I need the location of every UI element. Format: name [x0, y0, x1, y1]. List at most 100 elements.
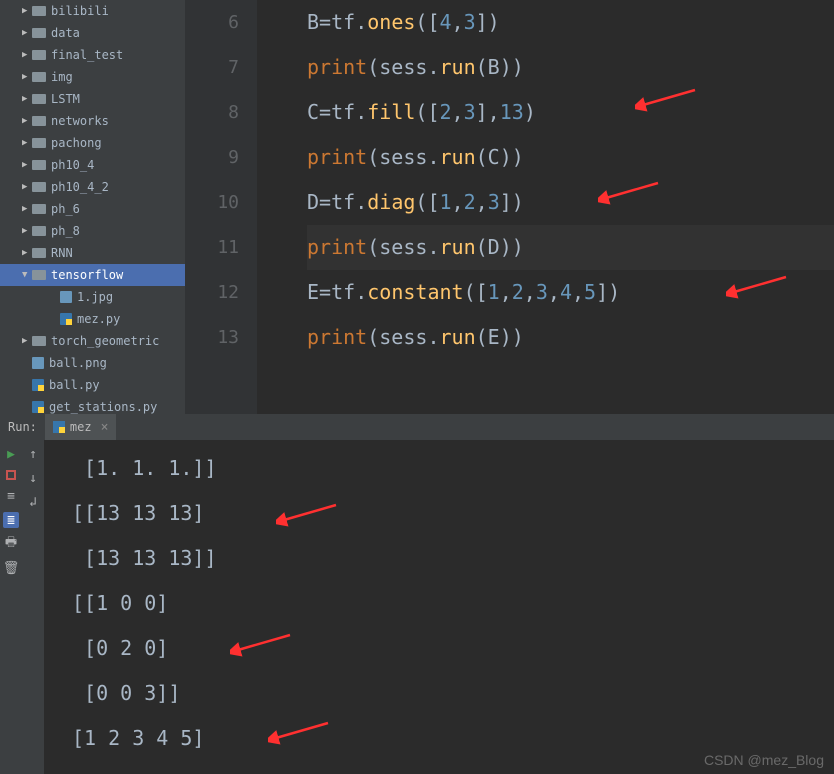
- tree-item[interactable]: ▶torch_geometric: [0, 330, 185, 352]
- down-arrow-icon[interactable]: ↓: [25, 470, 41, 486]
- up-arrow-icon[interactable]: ↑: [25, 446, 41, 462]
- console-line: [1. 1. 1.]]: [72, 446, 824, 491]
- line-number: 9: [185, 135, 239, 180]
- tree-item[interactable]: get_stations.py: [0, 396, 185, 414]
- run-panel: Run: mez × ▶ ≡ ≣ 🖶 🗑 ↑ ↓ ↲: [0, 414, 834, 774]
- tree-item[interactable]: ▶data: [0, 22, 185, 44]
- tree-item-label: networks: [51, 114, 109, 128]
- wrap-icon[interactable]: ↲: [25, 494, 41, 510]
- tree-item[interactable]: ▶ph10_4: [0, 154, 185, 176]
- code-line[interactable]: print(sess.run(B)): [307, 45, 834, 90]
- code-line[interactable]: D=tf.diag([1,2,3]): [307, 180, 834, 225]
- tree-item[interactable]: ▶ph10_4_2: [0, 176, 185, 198]
- python-icon: [32, 379, 44, 391]
- tree-item-label: ph_6: [51, 202, 80, 216]
- tree-item[interactable]: ▶LSTM: [0, 88, 185, 110]
- folder-icon: [32, 116, 46, 126]
- tree-item-label: RNN: [51, 246, 73, 260]
- line-gutter: 678910111213: [185, 0, 257, 414]
- folder-icon: [32, 160, 46, 170]
- run-header: Run: mez ×: [0, 414, 834, 440]
- run-tab-name: mez: [70, 420, 92, 434]
- tree-item-label: ph10_4_2: [51, 180, 109, 194]
- tree-item-label: data: [51, 26, 80, 40]
- folder-icon: [32, 138, 46, 148]
- play-icon[interactable]: ▶: [3, 446, 19, 462]
- close-icon[interactable]: ×: [101, 420, 109, 435]
- code-editor[interactable]: 678910111213 B=tf.ones([4,3])print(sess.…: [185, 0, 834, 414]
- tree-item[interactable]: 1.jpg: [0, 286, 185, 308]
- tree-item[interactable]: ball.py: [0, 374, 185, 396]
- python-icon: [32, 401, 44, 413]
- python-icon: [60, 313, 72, 325]
- line-number: 6: [185, 0, 239, 45]
- file-icon: [32, 357, 44, 369]
- console-line: [[1 0 0]: [72, 581, 824, 626]
- tree-item-label: ph_8: [51, 224, 80, 238]
- tree-item[interactable]: ▶bilibili: [0, 0, 185, 22]
- print-icon[interactable]: 🖶: [3, 536, 19, 552]
- folder-icon: [32, 336, 46, 346]
- tree-item-label: ball.py: [49, 378, 100, 392]
- console-output[interactable]: [1. 1. 1.]][[13 13 13] [13 13 13]][[1 0 …: [44, 440, 834, 774]
- tree-item[interactable]: ▶ph_8: [0, 220, 185, 242]
- watermark: CSDN @mez_Blog: [704, 752, 824, 768]
- tree-item[interactable]: mez.py: [0, 308, 185, 330]
- filter-icon[interactable]: ≣: [3, 512, 19, 528]
- folder-icon: [32, 204, 46, 214]
- project-tree[interactable]: ▶bilibili▶data▶final_test▶img▶LSTM▶netwo…: [0, 0, 185, 414]
- code-line[interactable]: C=tf.fill([2,3],13): [307, 90, 834, 135]
- tree-item-label: torch_geometric: [51, 334, 159, 348]
- tree-item[interactable]: ▶networks: [0, 110, 185, 132]
- line-number: 11: [185, 225, 239, 270]
- folder-icon: [32, 94, 46, 104]
- code-line[interactable]: B=tf.ones([4,3]): [307, 0, 834, 45]
- tree-item-label: ph10_4: [51, 158, 94, 172]
- tree-item[interactable]: ball.png: [0, 352, 185, 374]
- folder-icon: [32, 28, 46, 38]
- line-number: 8: [185, 90, 239, 135]
- console-line: [[13 13 13]: [72, 491, 824, 536]
- run-label: Run:: [0, 420, 45, 434]
- file-icon: [60, 291, 72, 303]
- code-line[interactable]: print(sess.run(E)): [307, 315, 834, 360]
- tree-item-label: LSTM: [51, 92, 80, 106]
- tree-item[interactable]: ▼tensorflow: [0, 264, 185, 286]
- tree-item-label: get_stations.py: [49, 400, 157, 414]
- python-icon: [53, 421, 65, 433]
- folder-icon: [32, 72, 46, 82]
- folder-icon: [32, 182, 46, 192]
- line-number: 13: [185, 315, 239, 360]
- console-line: [0 0 3]]: [72, 671, 824, 716]
- run-tab[interactable]: mez ×: [45, 414, 117, 440]
- tree-item-label: 1.jpg: [77, 290, 113, 304]
- tree-item[interactable]: ▶RNN: [0, 242, 185, 264]
- line-number: 12: [185, 270, 239, 315]
- line-number: 7: [185, 45, 239, 90]
- console-line: [13 13 13]]: [72, 536, 824, 581]
- folder-icon: [32, 226, 46, 236]
- code-line[interactable]: print(sess.run(C)): [307, 135, 834, 180]
- code-line[interactable]: E=tf.constant([1,2,3,4,5]): [307, 270, 834, 315]
- folder-icon: [32, 270, 46, 280]
- tree-item-label: ball.png: [49, 356, 107, 370]
- tree-item[interactable]: ▶final_test: [0, 44, 185, 66]
- code-area[interactable]: B=tf.ones([4,3])print(sess.run(B))C=tf.f…: [257, 0, 834, 414]
- stop-icon[interactable]: [6, 470, 16, 480]
- tree-item-label: bilibili: [51, 4, 109, 18]
- folder-icon: [32, 50, 46, 60]
- tree-item-label: final_test: [51, 48, 123, 62]
- tree-item-label: tensorflow: [51, 268, 123, 282]
- tree-item[interactable]: ▶img: [0, 66, 185, 88]
- folder-icon: [32, 248, 46, 258]
- tree-item[interactable]: ▶pachong: [0, 132, 185, 154]
- tree-item[interactable]: ▶ph_6: [0, 198, 185, 220]
- run-toolbar: ▶ ≡ ≣ 🖶 🗑 ↑ ↓ ↲: [0, 440, 44, 774]
- tree-item-label: img: [51, 70, 73, 84]
- console-line: [0 2 0]: [72, 626, 824, 671]
- tree-item-label: mez.py: [77, 312, 120, 326]
- layout-icon[interactable]: ≡: [3, 488, 19, 504]
- trash-icon[interactable]: 🗑: [3, 560, 19, 576]
- code-line[interactable]: print(sess.run(D)): [307, 225, 834, 270]
- folder-icon: [32, 6, 46, 16]
